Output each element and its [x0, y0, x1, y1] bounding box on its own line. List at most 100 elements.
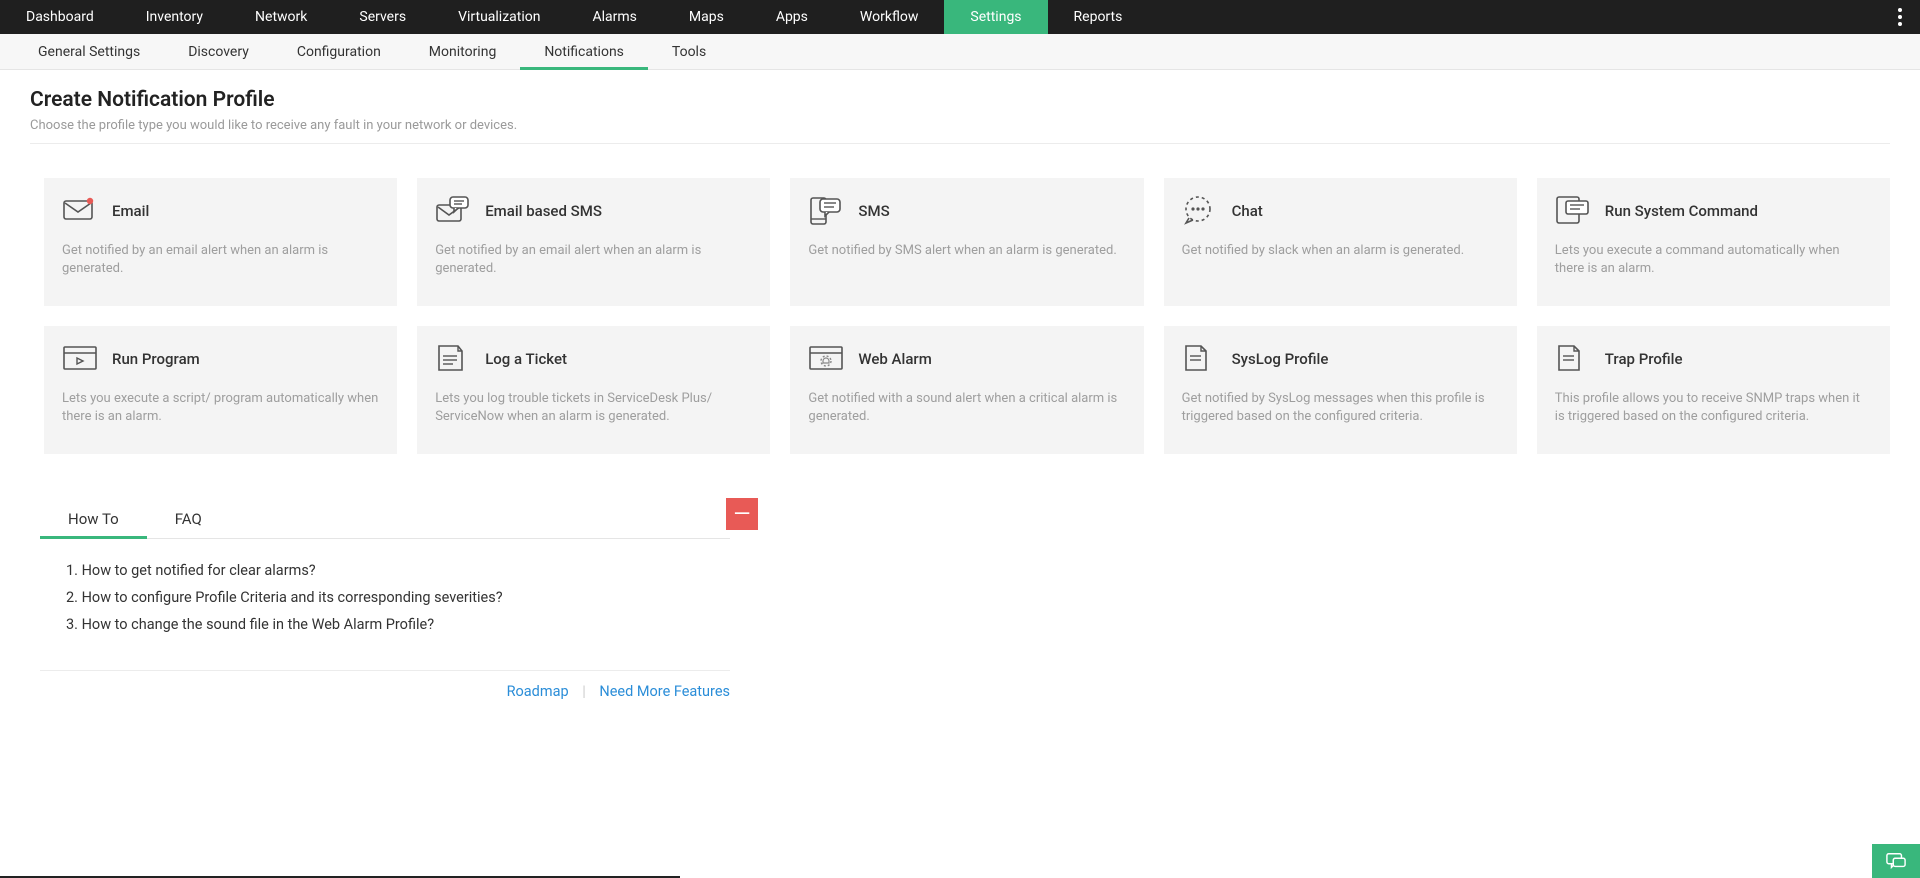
roadmap-link[interactable]: Roadmap: [507, 683, 569, 700]
subnav-item-general-settings[interactable]: General Settings: [14, 34, 164, 69]
subnav-item-label: Monitoring: [429, 44, 497, 60]
howto-item-link[interactable]: How to configure Profile Criteria and it…: [82, 589, 503, 606]
card-header: Chat: [1182, 196, 1499, 226]
profile-card-run-program[interactable]: Run Program Lets you execute a script/ pr…: [44, 326, 397, 454]
topnav-item-reports[interactable]: Reports: [1048, 0, 1149, 34]
profile-card-sms[interactable]: SMS Get notified by SMS alert when an ala…: [790, 178, 1143, 306]
card-description: Lets you log trouble tickets in ServiceD…: [435, 390, 752, 426]
ticket-icon: [435, 344, 471, 374]
howto-item-link[interactable]: How to get notified for clear alarms?: [82, 562, 316, 579]
subnav-item-configuration[interactable]: Configuration: [273, 34, 405, 69]
howto-section: How To FAQ — How to get notified for clea…: [0, 460, 760, 710]
profile-card-email[interactable]: Email Get notified by an email alert when…: [44, 178, 397, 306]
profile-card-trap-profile[interactable]: Trap Profile This profile allows you to r…: [1537, 326, 1890, 454]
card-header: Email: [62, 196, 379, 226]
topnav-item-dashboard[interactable]: Dashboard: [0, 0, 120, 34]
profile-card-email-based-sms[interactable]: Email based SMS Get notified by an email …: [417, 178, 770, 306]
howto-item: How to get notified for clear alarms?: [66, 557, 730, 584]
profile-card-run-system-command[interactable]: Run System Command Lets you execute a com…: [1537, 178, 1890, 306]
doc-icon: [1182, 344, 1218, 374]
card-title: Log a Ticket: [485, 350, 567, 368]
card-description: Get notified by slack when an alarm is g…: [1182, 242, 1499, 260]
topnav-item-label: Settings: [970, 9, 1021, 25]
page-header: Create Notification Profile Choose the p…: [0, 70, 1920, 164]
topnav-item-inventory[interactable]: Inventory: [120, 0, 229, 34]
page-subtitle: Choose the profile type you would like t…: [30, 118, 1890, 133]
run-program-icon: [62, 344, 98, 374]
topnav-item-alarms[interactable]: Alarms: [566, 0, 662, 34]
subnav-item-notifications[interactable]: Notifications: [520, 34, 648, 69]
subnav-item-label: Configuration: [297, 44, 381, 60]
card-description: Get notified by an email alert when an a…: [435, 242, 752, 278]
topnav-item-apps[interactable]: Apps: [750, 0, 834, 34]
howto-item-link[interactable]: How to change the sound file in the Web …: [82, 616, 434, 633]
subnav-item-label: Discovery: [188, 44, 249, 60]
card-title: SMS: [858, 202, 889, 220]
sub-nav: General Settings Discovery Configuration Mo…: [0, 34, 1920, 70]
card-header: Email based SMS: [435, 196, 752, 226]
card-description: This profile allows you to receive SNMP …: [1555, 390, 1872, 426]
topnav-item-maps[interactable]: Maps: [663, 0, 750, 34]
profile-card-chat[interactable]: Chat Get notified by slack when an alarm …: [1164, 178, 1517, 306]
topnav-item-label: Inventory: [146, 9, 203, 25]
card-description: Lets you execute a command automatically…: [1555, 242, 1872, 278]
card-title: Run Program: [112, 350, 200, 368]
subnav-item-label: Notifications: [544, 44, 624, 60]
howto-tab-faq[interactable]: FAQ: [147, 500, 230, 538]
profile-cards-grid: Email Get notified by an email alert when…: [0, 164, 1920, 460]
topnav-item-label: Servers: [359, 9, 406, 25]
topnav-item-label: Reports: [1074, 9, 1123, 25]
card-header: Trap Profile: [1555, 344, 1872, 374]
subnav-item-monitoring[interactable]: Monitoring: [405, 34, 521, 69]
howto-item: How to change the sound file in the Web …: [66, 611, 730, 638]
howto-tab-how-to[interactable]: How To: [40, 500, 147, 538]
profile-card-log-a-ticket[interactable]: Log a Ticket Lets you log trouble tickets…: [417, 326, 770, 454]
help-chat-button[interactable]: [1872, 844, 1920, 878]
card-title: Run System Command: [1605, 202, 1758, 220]
chat-icon: [1182, 196, 1218, 226]
collapse-button[interactable]: —: [726, 498, 758, 530]
subnav-item-label: Tools: [672, 44, 706, 60]
howto-footer-links: Roadmap | Need More Features: [40, 671, 730, 700]
divider: [30, 143, 1890, 144]
topnav-item-workflow[interactable]: Workflow: [834, 0, 945, 34]
topnav-item-settings[interactable]: Settings: [944, 0, 1047, 34]
howto-tab-label: FAQ: [175, 510, 202, 528]
card-header: Run Program: [62, 344, 379, 374]
profile-card-syslog-profile[interactable]: SysLog ProfileGet notified by SysLog mes…: [1164, 326, 1517, 454]
card-title: Email based SMS: [485, 202, 602, 220]
card-description: Get notified by SMS alert when an alarm …: [808, 242, 1125, 260]
topnav-item-servers[interactable]: Servers: [333, 0, 432, 34]
card-description: Get notified by SysLog messages when thi…: [1182, 390, 1499, 426]
doc-icon: [1555, 344, 1591, 374]
subnav-item-discovery[interactable]: Discovery: [164, 34, 273, 69]
topnav-item-label: Apps: [776, 9, 808, 25]
topnav-item-virtualization[interactable]: Virtualization: [432, 0, 566, 34]
topnav-item-label: Network: [255, 9, 307, 25]
howto-tab-label: How To: [68, 510, 119, 528]
need-more-features-link[interactable]: Need More Features: [599, 683, 730, 700]
card-header: SMS: [808, 196, 1125, 226]
card-description: Get notified by an email alert when an a…: [62, 242, 379, 278]
card-description: Lets you execute a script/ program autom…: [62, 390, 379, 426]
envelope-dot-icon: [62, 196, 98, 226]
page-title: Create Notification Profile: [30, 88, 1890, 112]
chat-icon: [1885, 851, 1907, 871]
card-title: Web Alarm: [858, 350, 931, 368]
topnav-item-label: Virtualization: [458, 9, 540, 25]
kebab-menu-icon[interactable]: [1892, 0, 1908, 34]
phone-sms-icon: [808, 196, 844, 226]
terminal-doc-icon: [1555, 196, 1591, 226]
topnav-item-network[interactable]: Network: [229, 0, 333, 34]
card-title: Trap Profile: [1605, 350, 1683, 368]
envelope-speech-icon: [435, 196, 471, 226]
card-title: Chat: [1232, 202, 1263, 220]
subnav-item-label: General Settings: [38, 44, 140, 60]
web-alarm-icon: [808, 344, 844, 374]
profile-card-web-alarm[interactable]: Web Alarm Get notified with a sound alert…: [790, 326, 1143, 454]
topnav-item-label: Dashboard: [26, 9, 94, 25]
topnav-item-label: Workflow: [860, 9, 919, 25]
subnav-item-tools[interactable]: Tools: [648, 34, 730, 69]
card-description: Get notified with a sound alert when a c…: [808, 390, 1125, 426]
topnav-item-label: Alarms: [592, 9, 636, 25]
